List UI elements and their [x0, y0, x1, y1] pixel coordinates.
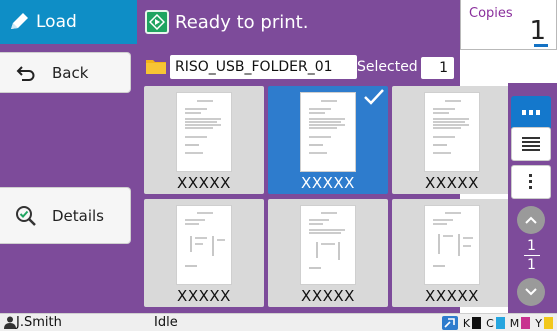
page-down-button[interactable]	[517, 278, 545, 306]
document-preview	[424, 92, 480, 172]
document-preview	[176, 92, 232, 172]
copies-label: Copies	[469, 6, 513, 21]
total-pages: 1	[527, 257, 536, 273]
list-view-icon	[522, 137, 540, 151]
checkmark-icon	[364, 89, 384, 105]
selected-label: Selected	[357, 59, 418, 75]
ink-magenta-swatch	[521, 317, 531, 329]
folder-name-field[interactable]: RISO_USB_FOLDER_01	[170, 55, 357, 79]
folder-icon	[146, 60, 166, 74]
user-icon	[4, 316, 16, 329]
back-label: Back	[52, 63, 89, 82]
current-page: 1	[527, 238, 536, 254]
sidebar: Load Back Details	[0, 0, 137, 313]
page-divider	[523, 255, 540, 256]
chevron-down-icon	[525, 288, 537, 296]
ready-icon	[145, 10, 169, 34]
ink-cyan-swatch	[495, 317, 505, 329]
file-label: XXXXX	[301, 287, 355, 305]
ink-levels: K C M Y	[441, 316, 553, 330]
magnifier-check-icon	[0, 204, 52, 228]
user-name: J.Smith	[16, 315, 62, 330]
status-bar: J.Smith Idle K C M Y	[0, 313, 557, 331]
file-thumbnail-selected[interactable]: XXXXX	[268, 86, 388, 194]
pencil-icon	[11, 13, 28, 29]
file-thumbnail[interactable]: XXXXX	[268, 199, 388, 307]
ink-yellow-label: Y	[535, 316, 542, 330]
ink-black-swatch	[472, 317, 482, 329]
file-browser: RISO_USB_FOLDER_01 Selected 1 XXXXX XXXX…	[137, 44, 512, 313]
file-label: XXXXX	[177, 287, 231, 305]
grid-view-icon	[522, 110, 540, 115]
file-label: XXXXX	[425, 174, 479, 192]
ink-black-label: K	[462, 316, 471, 330]
machine-state: Idle	[154, 315, 178, 330]
status-header: Ready to print.	[137, 0, 460, 44]
page-indicator: 1 1	[508, 238, 555, 273]
document-preview	[300, 92, 356, 172]
copies-cursor	[534, 44, 548, 47]
file-label: XXXXX	[425, 287, 479, 305]
document-preview	[300, 205, 356, 285]
back-button[interactable]: Back	[0, 52, 131, 93]
ink-yellow: Y	[535, 317, 553, 330]
details-button[interactable]: Details	[0, 187, 131, 244]
chevron-up-icon	[525, 216, 537, 224]
more-options-button[interactable]	[511, 165, 551, 199]
ready-status-text: Ready to print.	[175, 11, 309, 33]
ink-magenta-label: M	[509, 316, 520, 330]
load-title: Load	[36, 12, 77, 32]
ink-cyan-label: C	[486, 316, 494, 330]
grid-view-button[interactable]	[511, 96, 551, 130]
file-label: XXXXX	[301, 174, 355, 192]
file-label: XXXXX	[177, 174, 231, 192]
ink-yellow-swatch	[544, 317, 553, 329]
file-thumbnail[interactable]: XXXXX	[392, 86, 512, 194]
details-label: Details	[52, 206, 105, 225]
view-toolbar: 1 1	[508, 83, 557, 313]
back-arrow-icon	[0, 64, 52, 82]
user-info[interactable]: J.Smith	[4, 315, 62, 330]
connection-icon	[441, 316, 458, 330]
load-header: Load	[0, 0, 137, 44]
file-thumbnail[interactable]: XXXXX	[144, 199, 264, 307]
file-thumbnail[interactable]: XXXXX	[144, 86, 264, 194]
ink-cyan: C	[486, 317, 505, 330]
copies-field[interactable]: Copies 1	[460, 0, 557, 50]
document-preview	[176, 205, 232, 285]
ink-magenta: M	[510, 317, 531, 330]
page-up-button[interactable]	[517, 206, 545, 234]
more-vertical-icon	[529, 174, 532, 189]
list-view-button[interactable]	[511, 127, 551, 161]
ink-black: K	[462, 316, 482, 330]
selected-count: 1	[421, 57, 454, 79]
copies-value: 1	[529, 16, 546, 46]
document-preview	[424, 205, 480, 285]
file-thumbnail[interactable]: XXXXX	[392, 199, 512, 307]
